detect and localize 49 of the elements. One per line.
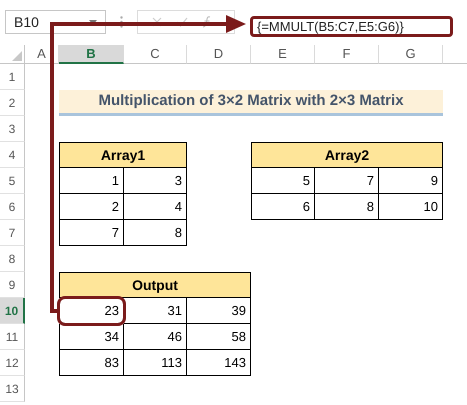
row-header[interactable]: 13: [0, 376, 25, 402]
table-cell[interactable]: 8: [315, 194, 379, 220]
table-cell[interactable]: 143: [187, 350, 251, 376]
table-cell[interactable]: 58: [187, 324, 251, 350]
table-cell[interactable]: 5: [251, 168, 315, 194]
column-header[interactable]: B: [59, 45, 124, 64]
row-header[interactable]: 9: [0, 272, 25, 298]
table-cell[interactable]: 31: [124, 298, 187, 324]
table-cell[interactable]: 39: [187, 298, 251, 324]
row-header[interactable]: 7: [0, 220, 25, 246]
table-header: Array1: [59, 142, 187, 168]
row-header[interactable]: 11: [0, 324, 25, 350]
column-header[interactable]: D: [187, 45, 251, 64]
table-cell[interactable]: 2: [59, 194, 124, 220]
table-header: Output: [59, 272, 251, 298]
table-cell[interactable]: 34: [59, 324, 124, 350]
table-cell[interactable]: 6: [251, 194, 315, 220]
table-cell[interactable]: 7: [315, 168, 379, 194]
row-header[interactable]: 12: [0, 350, 25, 376]
table-cell[interactable]: 83: [59, 350, 124, 376]
column-header[interactable]: C: [124, 45, 187, 64]
row-header[interactable]: 1: [0, 64, 25, 90]
table-cell[interactable]: 4: [124, 194, 187, 220]
column-header[interactable]: E: [251, 45, 315, 64]
more-options-icon[interactable]: [120, 16, 123, 28]
row-header[interactable]: 10: [0, 298, 25, 324]
table-cell[interactable]: 8: [124, 220, 187, 246]
caret-icon: [89, 20, 97, 24]
table-header: Array2: [251, 142, 443, 168]
table-cell[interactable]: 9: [379, 168, 443, 194]
row-header[interactable]: 5: [0, 168, 25, 194]
table-cell[interactable]: 23: [59, 298, 124, 324]
row-header[interactable]: 3: [0, 116, 25, 142]
table-cell[interactable]: 3: [124, 168, 187, 194]
title-banner: Multiplication of 3×2 Matrix with 2×3 Matrix: [59, 90, 443, 116]
column-header[interactable]: F: [315, 45, 379, 64]
formula-field[interactable]: {=MMULT(B5:C7,E5:G6)}: [250, 16, 453, 37]
name-box[interactable]: B10: [5, 10, 106, 34]
table-cell[interactable]: 10: [379, 194, 443, 220]
function-icon[interactable]: [202, 16, 212, 28]
table-cell[interactable]: 46: [124, 324, 187, 350]
table-cell[interactable]: 7: [59, 220, 124, 246]
table-cell[interactable]: 1: [59, 168, 124, 194]
row-header[interactable]: 6: [0, 194, 25, 220]
row-header[interactable]: 8: [0, 246, 25, 272]
column-header[interactable]: G: [379, 45, 443, 64]
row-header[interactable]: 2: [0, 90, 25, 116]
row-header[interactable]: 4: [0, 142, 25, 168]
table-cell[interactable]: 113: [124, 350, 187, 376]
